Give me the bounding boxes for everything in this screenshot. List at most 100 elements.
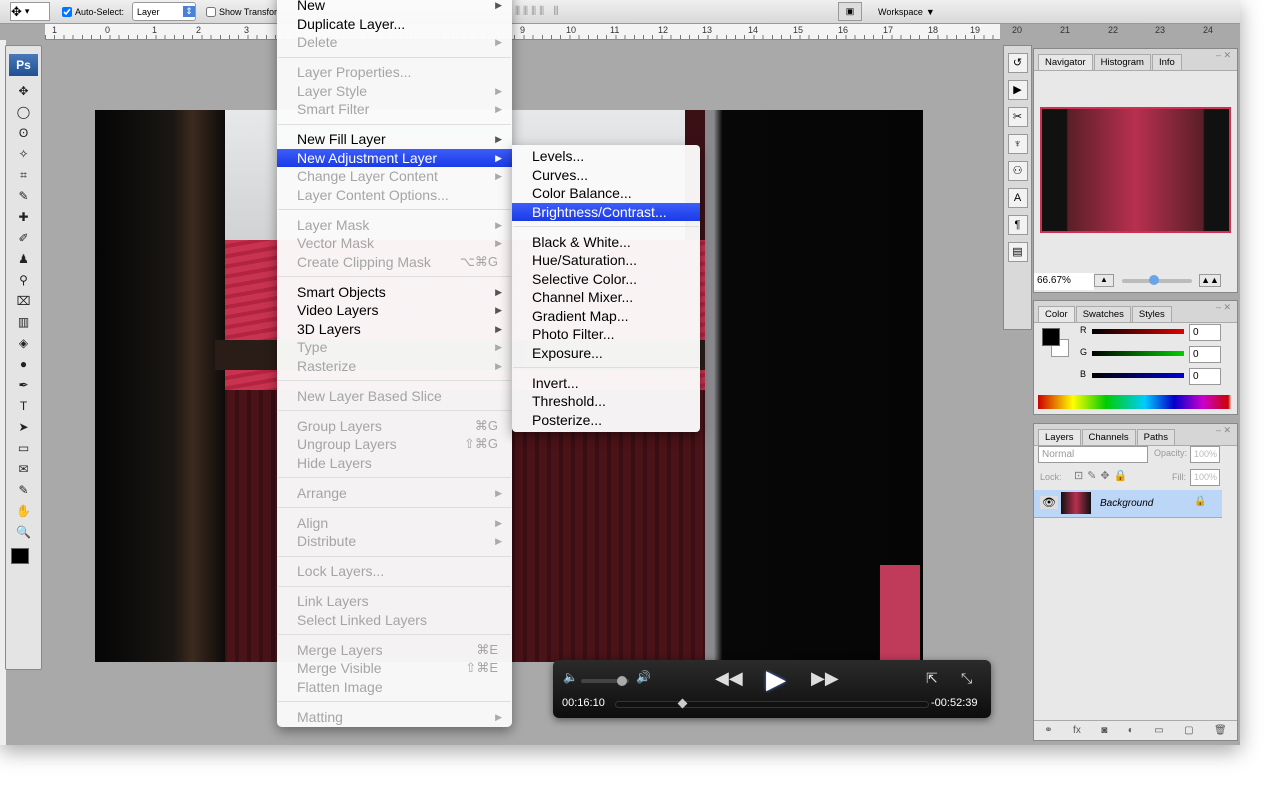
history-brush-tool-icon[interactable]: ⚲	[13, 271, 35, 290]
clone-source-icon[interactable]: ⚇	[1007, 161, 1028, 181]
channel-slider-g[interactable]	[1092, 351, 1184, 356]
zoom-tool-icon[interactable]: 🔍	[13, 523, 35, 542]
new-layer-icon[interactable]: ▢	[1184, 725, 1193, 736]
paragraph-icon[interactable]: ¶	[1007, 215, 1028, 235]
mask-icon[interactable]: ◙	[1101, 725, 1107, 736]
auto-select-checkbox[interactable]: Auto-Select:	[62, 2, 124, 21]
foreground-color-swatch[interactable]	[11, 548, 29, 564]
tab-swatches[interactable]: Swatches	[1075, 306, 1131, 322]
rewind-icon[interactable]: ◀◀	[715, 668, 743, 689]
hand-tool-icon[interactable]: ✋	[13, 502, 35, 521]
zoom-slider[interactable]	[1122, 275, 1192, 285]
playhead[interactable]	[677, 698, 688, 709]
blend-mode-dropdown[interactable]: Normal	[1038, 446, 1148, 463]
menu-item-invert[interactable]: Invert...	[512, 374, 700, 393]
menu-item-3d-layers[interactable]: 3D Layers ▶	[277, 320, 512, 339]
workspace-menu[interactable]: Workspace ▼	[878, 2, 935, 21]
brushes-icon[interactable]: ♆	[1007, 134, 1028, 154]
auto-select-check[interactable]	[62, 6, 72, 17]
zoom-slider-knob[interactable]	[1148, 275, 1159, 285]
tool-presets-icon[interactable]: ✂	[1007, 107, 1028, 127]
bridge-button[interactable]: ▣	[838, 2, 862, 21]
type-tool-icon[interactable]: T	[13, 397, 35, 416]
fast-forward-icon[interactable]: ▶▶	[811, 668, 839, 689]
menu-item-brightness-contrast[interactable]: Brightness/Contrast...	[512, 202, 700, 221]
show-transform-check[interactable]	[206, 6, 216, 17]
channel-value-field[interactable]: 0	[1189, 346, 1221, 363]
menu-item-new-adjustment-layer[interactable]: New Adjustment Layer ▶	[277, 148, 512, 167]
zoom-field[interactable]: 66.67%	[1034, 273, 1094, 290]
fx-icon[interactable]: fx	[1073, 725, 1081, 736]
menu-item-photo-filter[interactable]: Photo Filter...	[512, 325, 700, 344]
tool-preset-picker[interactable]: ✥ ▾	[10, 2, 50, 21]
zoom-in-button[interactable]: ▲▲	[1199, 274, 1221, 287]
fullscreen-icon[interactable]: ⤡	[961, 670, 972, 687]
opacity-field[interactable]: 100%	[1190, 446, 1220, 463]
zoom-out-button[interactable]: ▲	[1094, 274, 1114, 287]
foreground-color-swatch[interactable]	[1042, 328, 1060, 346]
lock-buttons[interactable]: ⊡✎✥🔒	[1074, 469, 1131, 482]
marquee-tool-icon[interactable]: ◯	[13, 103, 35, 122]
tab-layers[interactable]: Layers	[1038, 429, 1081, 445]
menu-item-gradient-map[interactable]: Gradient Map...	[512, 307, 700, 326]
menu-item-video-layers[interactable]: Video Layers ▶	[277, 301, 512, 320]
menu-item-levels[interactable]: Levels...	[512, 147, 700, 166]
link-icon[interactable]: ⚭	[1044, 725, 1052, 736]
play-icon[interactable]: ▶	[766, 664, 786, 695]
menu-item-smart-objects[interactable]: Smart Objects ▶	[277, 283, 512, 302]
channel-slider-b[interactable]	[1092, 373, 1184, 378]
stamp-tool-icon[interactable]: ♟	[13, 250, 35, 269]
menu-item-new-fill-layer[interactable]: New Fill Layer ▶	[277, 130, 512, 149]
channel-value-field[interactable]: 0	[1189, 324, 1221, 341]
menu-item-new[interactable]: New ▶	[277, 0, 512, 15]
layer-row-background[interactable]: 👁 Background 🔒	[1034, 490, 1222, 518]
menu-item-curves[interactable]: Curves...	[512, 166, 700, 185]
gradient-tool-icon[interactable]: ▥	[13, 313, 35, 332]
show-transform-checkbox[interactable]: Show Transfor	[206, 2, 277, 21]
dodge-tool-icon[interactable]: ●	[13, 355, 35, 374]
character-icon[interactable]: A	[1007, 188, 1028, 208]
align-buttons[interactable]: ⫴⫴⫴⫴ ⫴	[515, 2, 562, 21]
timeline-scrubber[interactable]	[615, 698, 929, 709]
magic-wand-tool-icon[interactable]: ✧	[13, 145, 35, 164]
panel-close-icon[interactable]: – ✕	[1216, 50, 1231, 61]
move-tool-icon[interactable]: ✥	[13, 82, 35, 101]
menu-item-threshold[interactable]: Threshold...	[512, 392, 700, 411]
adjustment-icon[interactable]: ◐	[1128, 725, 1134, 736]
channel-value-field[interactable]: 0	[1189, 368, 1221, 385]
eraser-tool-icon[interactable]: ⌧	[13, 292, 35, 311]
menu-item-selective-color[interactable]: Selective Color...	[512, 270, 700, 289]
pen-tool-icon[interactable]: ✒	[13, 376, 35, 395]
tab-paths[interactable]: Paths	[1136, 429, 1175, 445]
volume-knob[interactable]	[616, 676, 627, 686]
fill-field[interactable]: 100%	[1190, 469, 1220, 486]
blur-tool-icon[interactable]: ◈	[13, 334, 35, 353]
trash-icon[interactable]: 🗑	[1214, 725, 1227, 736]
folder-icon[interactable]: ▭	[1154, 725, 1163, 736]
tab-color[interactable]: Color	[1038, 306, 1075, 322]
panel-close-icon[interactable]: – ✕	[1216, 425, 1231, 436]
menu-item-duplicate-layer[interactable]: Duplicate Layer...	[277, 15, 512, 34]
panel-close-icon[interactable]: – ✕	[1216, 302, 1231, 313]
healing-tool-icon[interactable]: ✚	[13, 208, 35, 227]
menu-item-hue-saturation[interactable]: Hue/Saturation...	[512, 251, 700, 270]
menu-item-color-balance[interactable]: Color Balance...	[512, 184, 700, 203]
tab-channels[interactable]: Channels	[1081, 429, 1136, 445]
crop-tool-icon[interactable]: ⌗	[13, 166, 35, 185]
auto-select-dropdown[interactable]: Layer ⇕	[132, 2, 196, 21]
menu-item-exposure[interactable]: Exposure...	[512, 344, 700, 363]
volume-slider[interactable]	[581, 676, 629, 686]
brush-tool-icon[interactable]: ✐	[13, 229, 35, 248]
tab-info[interactable]: Info	[1151, 54, 1182, 70]
lasso-tool-icon[interactable]: ʘ	[13, 124, 35, 143]
volume-low-icon[interactable]: 🔈	[563, 670, 578, 684]
eyedropper-tool-icon[interactable]: ✎	[13, 481, 35, 500]
tab-histogram[interactable]: Histogram	[1093, 54, 1151, 70]
eye-icon[interactable]: 👁	[1040, 496, 1058, 509]
actions-icon[interactable]: ▶	[1007, 80, 1028, 100]
channel-slider-r[interactable]	[1092, 329, 1184, 334]
tab-navigator[interactable]: Navigator	[1038, 54, 1093, 70]
menu-item-black-white[interactable]: Black & White...	[512, 233, 700, 252]
tab-styles[interactable]: Styles	[1131, 306, 1172, 322]
menu-item-posterize[interactable]: Posterize...	[512, 411, 700, 430]
